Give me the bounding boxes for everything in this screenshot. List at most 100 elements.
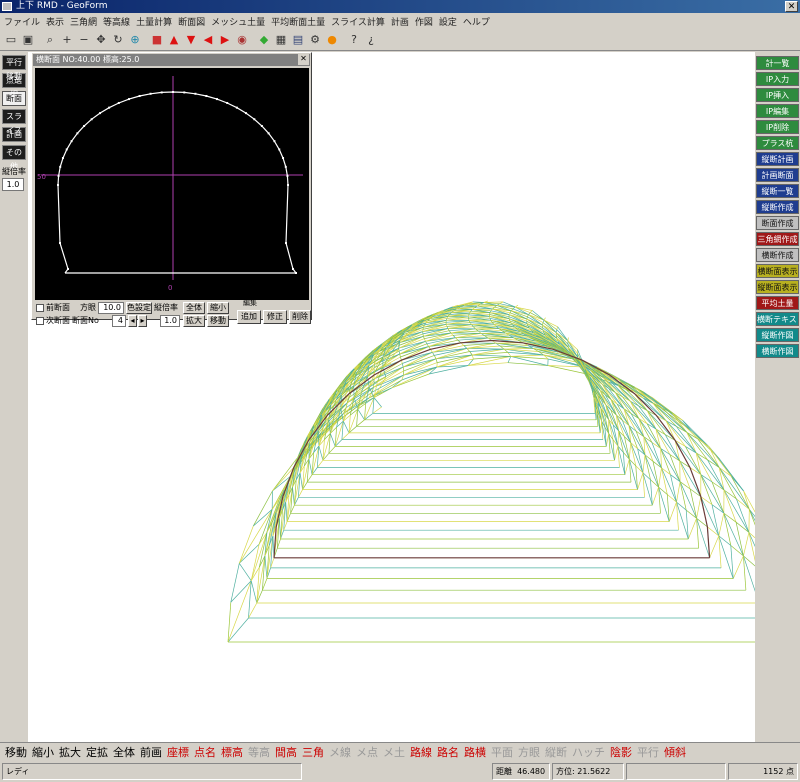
left-button-2[interactable]: 断面 — [2, 91, 26, 106]
cross-section-title-bar[interactable]: 横断面 NO:40.00 標高:25.0 ✕ — [33, 54, 310, 66]
grid-icon[interactable]: ▦ — [273, 31, 289, 48]
left-button-4[interactable]: 計画 — [2, 127, 26, 142]
bottom-toggle-24[interactable]: 傾斜 — [662, 744, 688, 761]
save-icon[interactable]: ▣ — [20, 31, 36, 48]
palette-icon[interactable]: ◆ — [256, 31, 272, 48]
bottom-toggle-15[interactable]: 路線 — [408, 744, 434, 761]
color-settings-button[interactable]: 色設定 — [126, 302, 152, 314]
bottom-toggle-9[interactable]: 等高 — [246, 744, 272, 761]
left-button-0[interactable]: 平行移動 — [2, 55, 26, 81]
new-file-icon[interactable]: ▭ — [3, 31, 19, 48]
cross-section-plot[interactable]: 50 0 — [35, 68, 309, 300]
bottom-toggle-17[interactable]: 路横 — [462, 744, 488, 761]
right-command-button-18[interactable]: 横断作図 — [756, 344, 799, 358]
right-command-button-1[interactable]: IP入力 — [756, 72, 799, 86]
menu-item-4[interactable]: 土量計算 — [136, 15, 172, 28]
right-command-button-12[interactable]: 横断作成 — [756, 248, 799, 262]
menu-item-8[interactable]: スライス計算 — [331, 15, 385, 28]
help-icon[interactable]: ? — [346, 31, 362, 48]
bottom-toggle-6[interactable]: 座標 — [165, 744, 191, 761]
arrow-left-icon[interactable]: ◀ — [200, 31, 216, 48]
vertical-scale-input[interactable]: 1.0 — [2, 178, 24, 191]
right-command-button-9[interactable]: 縦断作成 — [756, 200, 799, 214]
arrow-right-icon[interactable]: ▶ — [217, 31, 233, 48]
layers-icon[interactable]: ▤ — [290, 31, 306, 48]
pan-icon[interactable]: ✥ — [93, 31, 109, 48]
pitch-input[interactable]: 10.0 — [98, 302, 124, 314]
cross-section-close-button[interactable]: ✕ — [298, 54, 309, 65]
bottom-toggle-20[interactable]: 縦断 — [543, 744, 569, 761]
settings-icon[interactable]: ⚙ — [307, 31, 323, 48]
bottom-toggle-4[interactable]: 全体 — [111, 744, 137, 761]
move-button[interactable]: 移動 — [207, 315, 229, 327]
right-command-button-4[interactable]: IP削除 — [756, 120, 799, 134]
arrow-down-icon[interactable]: ▼ — [183, 31, 199, 48]
bottom-toggle-11[interactable]: 三角 — [300, 744, 326, 761]
bottom-toggle-16[interactable]: 路名 — [435, 744, 461, 761]
menu-item-1[interactable]: 表示 — [46, 15, 64, 28]
menu-item-9[interactable]: 計画 — [391, 15, 409, 28]
menu-item-3[interactable]: 等高線 — [103, 15, 130, 28]
left-button-1[interactable]: 点選択 — [2, 73, 26, 99]
menu-item-0[interactable]: ファイル — [4, 15, 40, 28]
bottom-toggle-22[interactable]: 陰影 — [608, 744, 634, 761]
menu-item-7[interactable]: 平均断面土量 — [271, 15, 325, 28]
modify-button[interactable]: 修正 — [263, 310, 287, 324]
menu-item-5[interactable]: 断面図 — [178, 15, 205, 28]
right-command-button-5[interactable]: プラス杭 — [756, 136, 799, 150]
prev-section-checkbox[interactable] — [36, 304, 44, 312]
menu-item-11[interactable]: 設定 — [439, 15, 457, 28]
bottom-toggle-10[interactable]: 間高 — [273, 744, 299, 761]
menu-item-6[interactable]: メッシュ土量 — [211, 15, 265, 28]
right-command-button-8[interactable]: 縦断一覧 — [756, 184, 799, 198]
rotate-icon[interactable]: ↻ — [110, 31, 126, 48]
zoom-button[interactable]: 拡大 — [183, 315, 205, 327]
menu-item-10[interactable]: 作図 — [415, 15, 433, 28]
left-button-3[interactable]: スライス — [2, 109, 26, 135]
close-window-button[interactable]: ✕ — [785, 1, 798, 12]
right-command-button-3[interactable]: IP編集 — [756, 104, 799, 118]
bottom-toggle-1[interactable]: 縮小 — [30, 744, 56, 761]
right-command-button-15[interactable]: 平均土量 — [756, 296, 799, 310]
bottom-toggle-3[interactable]: 定拡 — [84, 744, 110, 761]
cube-icon[interactable]: ■ — [149, 31, 165, 48]
bottom-toggle-7[interactable]: 点名 — [192, 744, 218, 761]
add-button[interactable]: 追加 — [237, 310, 261, 324]
bottom-toggle-18[interactable]: 平面 — [489, 744, 515, 761]
bottom-toggle-2[interactable]: 拡大 — [57, 744, 83, 761]
right-command-button-13[interactable]: 横断面表示 — [756, 264, 799, 278]
full-view-button[interactable]: 全体 — [183, 302, 205, 314]
right-command-button-11[interactable]: 三角網作成 — [756, 232, 799, 246]
bottom-toggle-14[interactable]: メ土 — [381, 744, 407, 761]
view-icon[interactable]: ◉ — [234, 31, 250, 48]
right-command-button-14[interactable]: 縦断面表示 — [756, 280, 799, 294]
bottom-toggle-8[interactable]: 標高 — [219, 744, 245, 761]
left-button-5[interactable]: その他 — [2, 145, 26, 171]
bottom-toggle-0[interactable]: 移動 — [3, 744, 29, 761]
right-command-button-7[interactable]: 計画断面 — [756, 168, 799, 182]
bottom-toggle-23[interactable]: 平行 — [635, 744, 661, 761]
section-no-input[interactable]: 4 — [112, 315, 126, 327]
color-icon[interactable]: ● — [324, 31, 340, 48]
bottom-toggle-21[interactable]: ハッチ — [570, 744, 607, 761]
bottom-toggle-13[interactable]: メ点 — [354, 744, 380, 761]
right-command-button-16[interactable]: 横断テキスト — [756, 312, 799, 326]
delete-button[interactable]: 削除 — [289, 310, 311, 324]
about-icon[interactable]: ¿ — [363, 31, 379, 48]
next-section-checkbox[interactable] — [36, 317, 44, 325]
plus-icon[interactable]: + — [59, 31, 75, 48]
shrink-button[interactable]: 縮小 — [207, 302, 229, 314]
zoom-window-icon[interactable]: ⊕ — [127, 31, 143, 48]
zoom-icon[interactable]: ⌕ — [42, 31, 58, 48]
bottom-toggle-5[interactable]: 前画 — [138, 744, 164, 761]
bottom-toggle-12[interactable]: メ線 — [327, 744, 353, 761]
minus-icon[interactable]: − — [76, 31, 92, 48]
section-prev-spin[interactable]: ◂ — [128, 315, 137, 327]
menu-item-2[interactable]: 三角網 — [70, 15, 97, 28]
bottom-toggle-19[interactable]: 方眼 — [516, 744, 542, 761]
right-command-button-10[interactable]: 断面作成 — [756, 216, 799, 230]
right-command-button-2[interactable]: IP挿入 — [756, 88, 799, 102]
right-command-button-0[interactable]: 計一覧 — [756, 56, 799, 70]
vertical-scale-input-cs[interactable]: 1.0 — [160, 315, 180, 327]
arrow-up-icon[interactable]: ▲ — [166, 31, 182, 48]
